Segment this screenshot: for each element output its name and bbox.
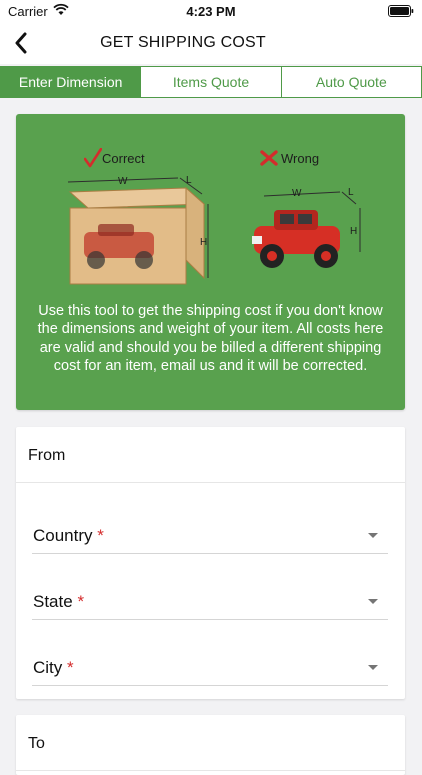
- city-select[interactable]: City *: [32, 645, 388, 686]
- cross-icon: [260, 150, 278, 166]
- correct-text: Correct: [102, 150, 145, 166]
- dim-h-label: H: [200, 237, 207, 248]
- chevron-down-icon: [368, 599, 378, 604]
- boxed-car-illustration: W L H: [67, 175, 209, 285]
- country-select[interactable]: Country *: [32, 513, 388, 554]
- chevron-down-icon: [368, 665, 378, 670]
- to-card: To: [16, 715, 405, 775]
- tab-items-quote[interactable]: Items Quote: [141, 67, 282, 97]
- dim-w-label-wrong: W: [292, 188, 302, 199]
- wrong-text: Wrong: [281, 150, 320, 166]
- state-select[interactable]: State *: [32, 579, 388, 620]
- from-card: From Country * State * City *: [16, 427, 405, 699]
- state-label: State *: [33, 592, 85, 611]
- dim-l-label: L: [186, 175, 192, 186]
- to-header: To: [16, 715, 405, 771]
- from-header: From: [16, 427, 405, 483]
- country-label: Country *: [33, 526, 104, 545]
- segmented-tabs: Enter Dimension Items Quote Auto Quote: [0, 66, 422, 98]
- navigation-bar: GET SHIPPING COST: [0, 22, 422, 64]
- car-only-illustration: W L H: [252, 187, 361, 268]
- info-banner: Correct Wrong W L H W L H Use this tool …: [16, 114, 405, 410]
- dim-h-label-wrong: H: [350, 226, 357, 237]
- required-mark: *: [77, 592, 85, 611]
- checkmark-icon: [84, 148, 102, 168]
- required-mark: *: [97, 526, 104, 545]
- city-label: City *: [33, 658, 74, 677]
- battery-icon: [388, 5, 414, 17]
- tab-auto-quote[interactable]: Auto Quote: [282, 67, 421, 97]
- chevron-down-icon: [368, 533, 378, 538]
- required-mark: *: [67, 658, 74, 677]
- status-bar: Carrier 4:23 PM: [0, 0, 422, 22]
- tab-enter-dimension[interactable]: Enter Dimension: [1, 67, 142, 97]
- page-title: GET SHIPPING COST: [100, 34, 266, 51]
- dim-w-label: W: [118, 176, 128, 187]
- dim-l-label-wrong: L: [348, 187, 354, 198]
- banner-description: Use this tool to get the shipping cost i…: [37, 303, 384, 374]
- status-time: 4:23 PM: [186, 4, 236, 19]
- wrong-label: Wrong: [260, 150, 319, 166]
- correct-label: Correct: [84, 148, 145, 168]
